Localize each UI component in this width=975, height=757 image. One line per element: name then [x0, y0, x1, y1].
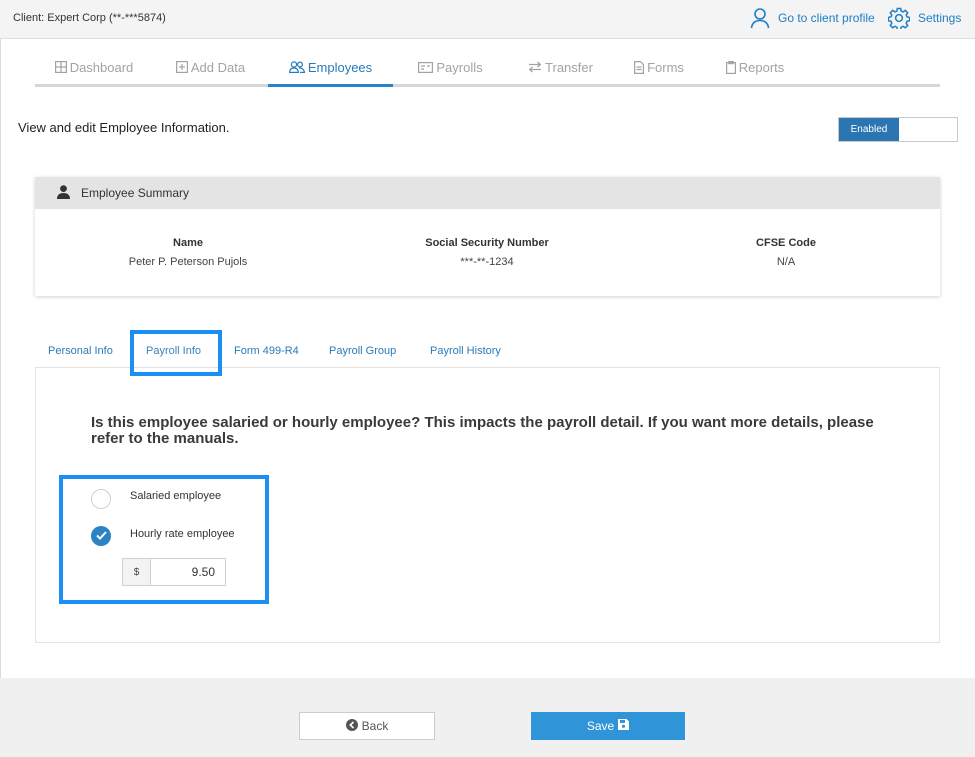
payroll-info-panel [35, 367, 940, 643]
hourly-rate-input-group: $ [122, 558, 226, 586]
summary-name-label: Name [173, 237, 203, 249]
subtab-form-499-r4[interactable]: Form 499-R4 [234, 345, 299, 357]
tab-reports[interactable]: Reports [705, 50, 805, 84]
summary-ssn-label: Social Security Number [425, 237, 549, 249]
clipboard-icon [725, 60, 736, 74]
employee-summary-title: Employee Summary [81, 186, 190, 200]
floppy-disk-icon [618, 719, 630, 733]
back-button-label: Back [361, 719, 389, 733]
summary-ssn-value: ***-**-1234 [460, 256, 514, 268]
settings-link[interactable]: Settings [888, 6, 961, 30]
back-button[interactable]: Back [299, 712, 435, 740]
save-button-label: Save [586, 719, 615, 733]
summary-name: Name Peter P. Peterson Pujols [68, 237, 308, 268]
plus-square-icon [175, 61, 188, 73]
back-arrow-icon [345, 718, 358, 734]
employee-summary-header: Employee Summary [35, 177, 940, 209]
hourly-rate-input[interactable] [151, 559, 225, 585]
enabled-toggle[interactable]: Enabled [838, 117, 958, 142]
tab-dashboard[interactable]: Dashboard [35, 50, 153, 84]
tab-payrolls[interactable]: Payrolls [393, 50, 508, 84]
toggle-enabled-label: Enabled [839, 118, 899, 141]
go-to-client-profile-label: Go to client profile [778, 11, 875, 25]
document-icon [634, 60, 645, 74]
subtab-payroll-history[interactable]: Payroll History [430, 345, 501, 357]
summary-name-value: Peter P. Peterson Pujols [128, 256, 248, 268]
subtab-personal-info[interactable]: Personal Info [48, 345, 113, 357]
tab-employees[interactable]: Employees [268, 50, 393, 87]
summary-ssn: Social Security Number ***-**-1234 [367, 237, 607, 268]
transfer-arrows-icon [528, 61, 542, 73]
subtab-payroll-info[interactable]: Payroll Info [146, 345, 201, 357]
id-card-icon [418, 61, 434, 73]
frame-border [0, 39, 1, 679]
salary-type-question: Is this employee salaried or hourly empl… [91, 414, 874, 447]
summary-cfse: CFSE Code N/A [666, 237, 906, 268]
top-bar: Client: Expert Corp (**-***5874) Go to c… [0, 0, 975, 39]
subtab-payroll-group[interactable]: Payroll Group [329, 345, 396, 357]
main-nav: Dashboard Add Data Employees Payrolls Tr… [35, 50, 940, 87]
currency-addon: $ [123, 559, 151, 585]
save-button[interactable]: Save [531, 712, 685, 740]
tab-forms[interactable]: Forms [613, 50, 705, 84]
summary-cfse-value: N/A [776, 256, 796, 268]
checkmark-icon [95, 529, 107, 543]
user-icon [750, 7, 770, 29]
employee-summary-card: Employee Summary Name Peter P. Peterson … [35, 177, 940, 296]
go-to-client-profile-link[interactable]: Go to client profile [750, 6, 875, 30]
salaried-employee-radio[interactable] [91, 489, 111, 509]
users-icon [288, 61, 305, 73]
person-icon [57, 184, 70, 202]
client-label: Client: Expert Corp (**-***5874) [13, 12, 166, 24]
tab-add-data[interactable]: Add Data [153, 50, 268, 84]
grid-icon [54, 61, 67, 73]
settings-label: Settings [918, 11, 962, 25]
hourly-rate-employee-label[interactable]: Hourly rate employee [130, 528, 235, 540]
tab-transfer[interactable]: Transfer [508, 50, 613, 84]
hourly-rate-employee-radio[interactable] [91, 526, 111, 546]
page-description: View and edit Employee Information. [18, 120, 230, 135]
gear-icon [888, 7, 910, 29]
salaried-employee-label[interactable]: Salaried employee [130, 490, 221, 502]
footer-bar [0, 678, 975, 757]
summary-cfse-label: CFSE Code [756, 237, 816, 249]
